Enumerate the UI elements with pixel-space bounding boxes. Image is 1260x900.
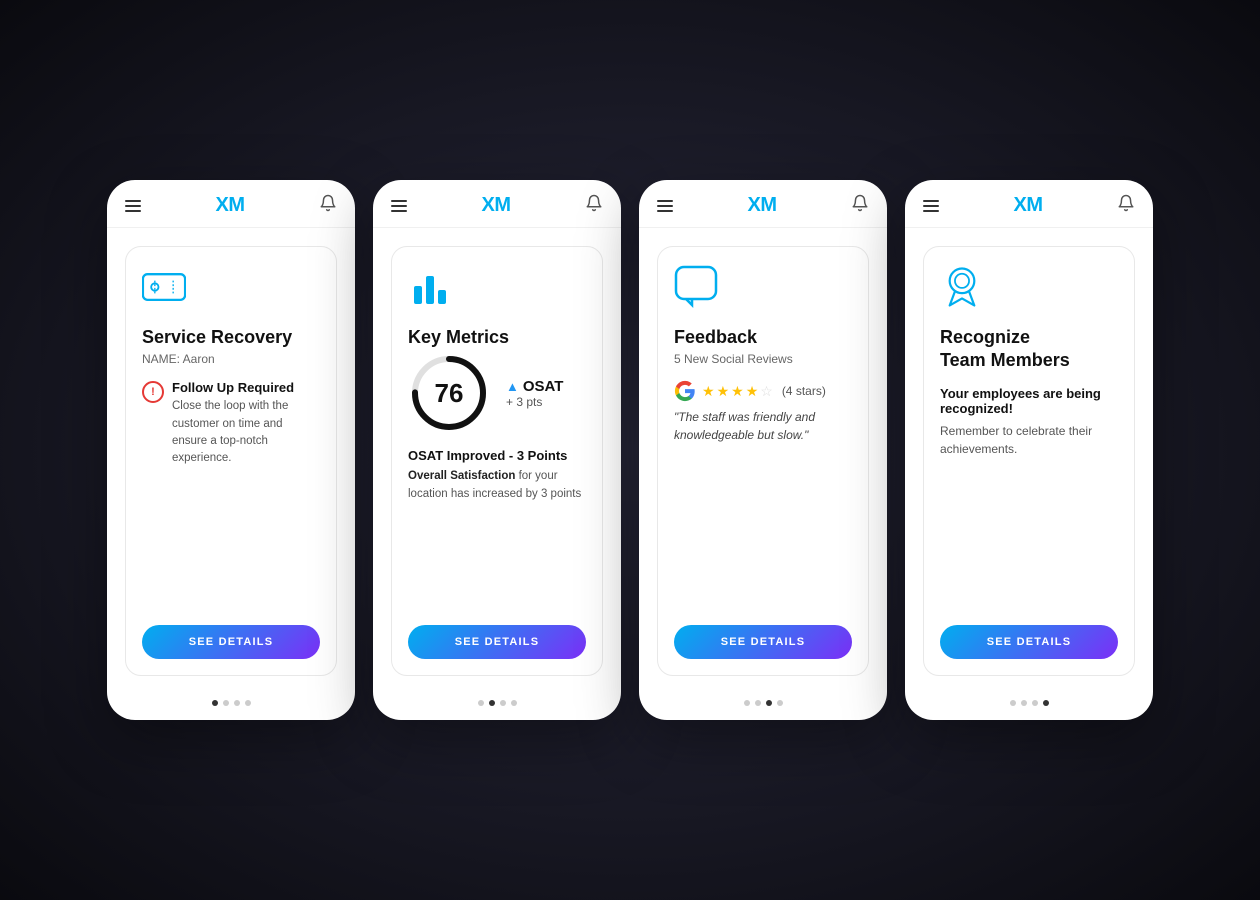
dot [223,700,229,706]
see-details-btn-1[interactable]: SEE DETAILS [142,625,320,659]
recognition-body: Remember to celebrate their achievements… [940,422,1118,535]
star-2: ★ [717,383,730,400]
menu-icon-4[interactable] [923,200,939,212]
chat-bubble-icon [674,265,852,314]
cards-container: XM Service Recovery N [57,140,1203,760]
dot [234,700,240,706]
ribbon-award-icon [940,265,1118,314]
card-title-3: Feedback [674,326,852,349]
dots-2 [373,690,621,720]
card-feedback: XM Feedback 5 New Social Reviews [639,180,887,720]
topbar-4: XM [905,180,1153,228]
dot [245,700,251,706]
dot [511,700,517,706]
gauge-container: 76 ▲ OSAT + 3 pts [408,352,586,434]
dot [766,700,772,706]
bar-chart-icon [408,265,586,314]
gauge-info: ▲ OSAT + 3 pts [506,378,563,409]
gauge-number: 76 [435,380,464,406]
bell-icon-3[interactable] [851,194,869,217]
dot [1043,700,1049,706]
see-details-btn-2[interactable]: SEE DETAILS [408,625,586,659]
gauge-delta: + 3 pts [506,395,563,409]
dots-3 [639,690,887,720]
menu-icon-2[interactable] [391,200,407,212]
star-label: (4 stars) [782,384,826,398]
dot [755,700,761,706]
topbar-3: XM [639,180,887,228]
dots-1 [107,690,355,720]
dot [744,700,750,706]
bell-icon-2[interactable] [585,194,603,217]
menu-icon-1[interactable] [125,200,141,212]
metrics-improved-title: OSAT Improved - 3 Points [408,448,586,463]
dot [1021,700,1027,706]
metrics-body: Overall Satisfaction for your location h… [408,468,586,611]
star-1: ★ [702,383,715,400]
card-subtitle-3: 5 New Social Reviews [674,352,852,366]
bell-icon-1[interactable] [319,194,337,217]
card-key-metrics: XM Key Metrics [373,180,621,720]
see-details-btn-3[interactable]: SEE DETAILS [674,625,852,659]
card-title-2: Key Metrics [408,326,586,349]
logo-2: XM [482,194,511,217]
dot [777,700,783,706]
logo-3: XM [748,194,777,217]
gauge-circle: 76 [408,352,490,434]
star-4: ★ [746,383,759,400]
alert-body-1: Close the loop with the customer on time… [172,398,320,467]
card-recognize-team: XM Recognize Team Members [905,180,1153,720]
dot [500,700,506,706]
topbar-1: XM [107,180,355,228]
alert-title-1: Follow Up Required [172,380,320,395]
dot [478,700,484,706]
stars: ★ ★ ★ ★ ☆ [702,383,773,400]
dot [212,700,218,706]
dots-4 [905,690,1153,720]
dot [489,700,495,706]
logo-1: XM [216,194,245,217]
menu-icon-3[interactable] [657,200,673,212]
google-icon [674,380,696,402]
star-3: ★ [731,383,744,400]
card-title-4: Recognize Team Members [940,326,1118,373]
card-service-recovery: XM Service Recovery N [107,180,355,720]
star-5: ☆ [760,383,773,400]
alert-icon-1: ! [142,381,164,403]
review-section: ★ ★ ★ ★ ☆ (4 stars) "The staff was frien… [674,380,852,444]
logo-4: XM [1014,194,1043,217]
review-text: "The staff was friendly and knowledgeabl… [674,408,852,444]
bell-icon-4[interactable] [1117,194,1135,217]
gauge-label: OSAT [523,378,564,395]
topbar-2: XM [373,180,621,228]
card-subtitle-1: NAME: Aaron [142,352,320,366]
card-title-1: Service Recovery [142,326,320,349]
see-details-btn-4[interactable]: SEE DETAILS [940,625,1118,659]
dot [1032,700,1038,706]
ticket-icon [142,265,320,314]
dot [1010,700,1016,706]
recognition-bold: Your employees are being recognized! [940,386,1118,416]
